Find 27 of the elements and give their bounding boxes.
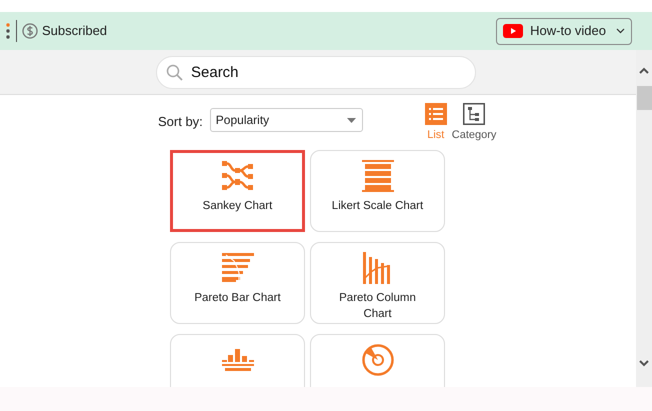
search-icon <box>166 64 184 82</box>
play-icon <box>503 24 524 38</box>
view-tab[interactable]: Category <box>452 103 496 144</box>
hierarchy-icon <box>463 103 486 125</box>
coin-icon <box>22 23 38 39</box>
sort-dropdown[interactable]: Popularity <box>210 108 363 132</box>
dropdown-arrow-icon <box>346 118 356 122</box>
list-icon <box>424 103 447 125</box>
chart-type-card[interactable]: Pareto Column Chart <box>310 242 445 324</box>
pareto-bar-icon <box>222 253 254 283</box>
scroll-up-icon[interactable] <box>639 67 649 74</box>
more-icon[interactable] <box>6 23 10 39</box>
chart-type-card[interactable]: Sankey Chart <box>170 150 305 232</box>
pareto-column-icon <box>362 252 392 284</box>
stacked-bars-icon <box>362 160 394 192</box>
sort-label: Sort by: <box>158 113 203 131</box>
search-field[interactable]: Search <box>156 56 476 88</box>
radar-icon <box>362 344 394 376</box>
chevron-down-icon <box>616 28 625 34</box>
scrollbar-thumb[interactable] <box>637 86 652 110</box>
chart-type-card[interactable]: Likert Scale Chart <box>310 150 445 232</box>
subscription-status: Subscribed <box>42 22 108 40</box>
chart-type-card[interactable]: Pareto Bar Chart <box>170 242 305 324</box>
how-to-video-button[interactable]: How-to video <box>496 18 632 44</box>
sankey-icon <box>220 160 254 192</box>
bar-chart-icon <box>222 349 254 371</box>
scroll-down-icon[interactable] <box>639 360 649 367</box>
